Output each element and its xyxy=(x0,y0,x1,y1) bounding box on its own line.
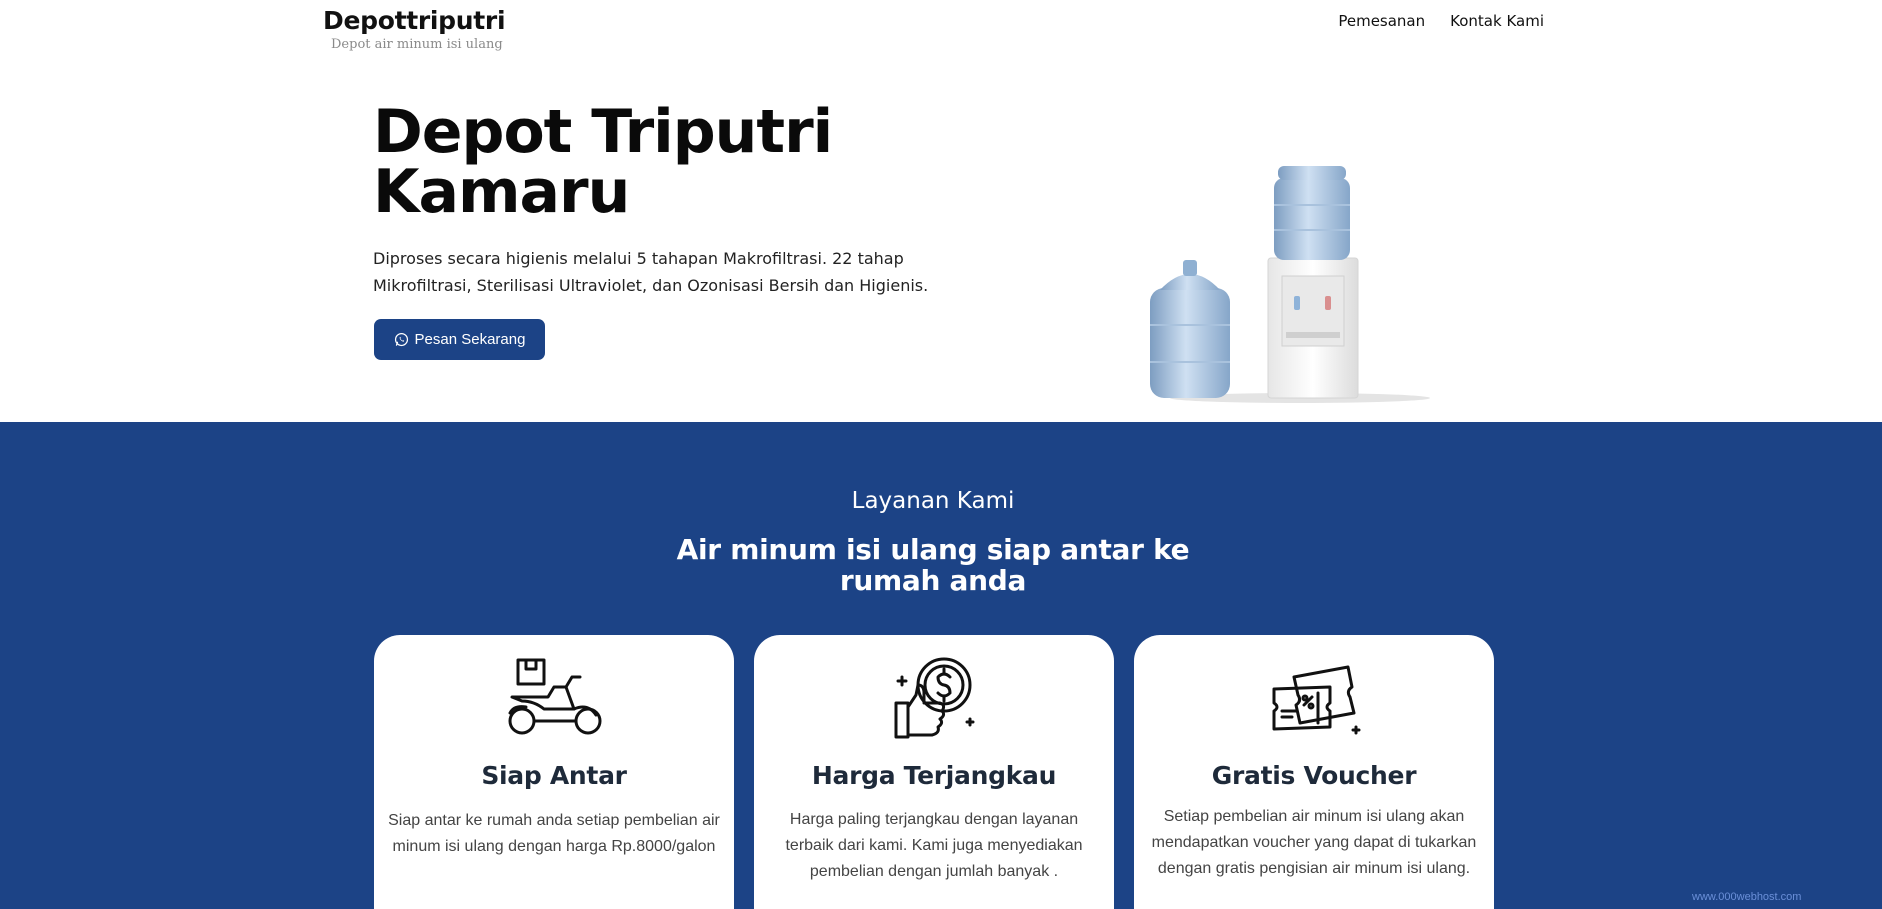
voucher-icon xyxy=(1272,665,1361,735)
services-eyebrow: Layanan Kami xyxy=(851,488,1015,514)
service-card-title: Gratis Voucher xyxy=(1211,761,1417,790)
hero-section: Depot Triputri Kamaru Diproses secara hi… xyxy=(0,60,1882,422)
services-section: Layanan Kami Air minum isi ulang siap an… xyxy=(0,422,1882,909)
brand-name[interactable]: Depottriputri xyxy=(323,4,506,38)
services-heading: Air minum isi ulang siap antar ke rumah … xyxy=(676,533,1190,597)
brand-tagline: Depot air minum isi ulang xyxy=(331,37,503,52)
order-now-button[interactable]: Pesan Sekarang xyxy=(374,319,545,360)
service-card-gratis-voucher: Gratis Voucher Setiap pembelian air minu… xyxy=(1134,635,1494,909)
service-card-text: Siap antar ke rumah anda setiap pembelia… xyxy=(388,812,720,855)
affordable-price-icon xyxy=(894,657,975,739)
service-card-siap-antar: Siap Antar Siap antar ke rumah anda seti… xyxy=(374,635,734,909)
service-card-harga-terjangkau: Harga Terjangkau Harga paling terjangkau… xyxy=(754,635,1114,909)
water-dispenser-illustration xyxy=(1150,166,1430,403)
nav-link-pemesanan[interactable]: Pemesanan xyxy=(1338,12,1425,30)
site-header: Depottriputri Depot air minum isi ulang … xyxy=(0,0,1882,60)
brand[interactable]: Depottriputri Depot air minum isi ulang xyxy=(323,4,506,52)
hero-title: Depot Triputri Kamaru xyxy=(373,97,833,227)
whatsapp-icon xyxy=(394,332,408,347)
service-card-title: Siap Antar xyxy=(481,761,627,790)
service-card-text: Harga paling terjangkau dengan layanan t… xyxy=(785,811,1083,880)
main-nav: Pemesanan Kontak Kami xyxy=(1338,12,1544,30)
service-card-title: Harga Terjangkau xyxy=(811,761,1057,790)
order-now-label: Pesan Sekarang xyxy=(414,331,526,348)
service-card-text: Setiap pembelian air minum isi ulang aka… xyxy=(1151,808,1477,877)
hero-description: Diproses secara higienis melalui 5 tahap… xyxy=(373,249,929,295)
nav-link-kontak-kami[interactable]: Kontak Kami xyxy=(1450,12,1544,30)
hosting-badge[interactable]: www.000webhost.com xyxy=(1692,891,1882,909)
delivery-scooter-icon xyxy=(508,658,602,735)
